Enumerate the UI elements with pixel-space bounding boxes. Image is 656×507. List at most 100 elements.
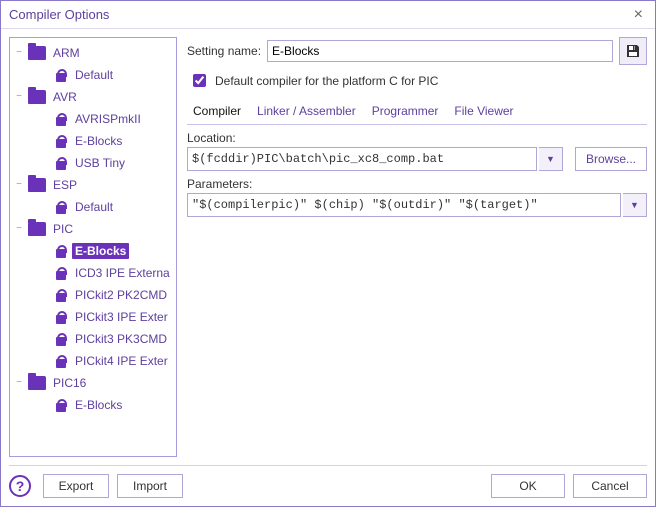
tree-label: ICD3 IPE Externa [72,265,173,281]
lock-icon [54,134,68,148]
tab-file-viewer[interactable]: File Viewer [454,104,513,124]
lock-icon [54,288,68,302]
tree-leaf[interactable]: AVRISPmkII [12,108,174,130]
tree-leaf[interactable]: ICD3 IPE Externa [12,262,174,284]
lock-icon [54,398,68,412]
ok-button[interactable]: OK [491,474,565,498]
window: Compiler Options × − ARM Default − AVR AVRISP… [0,0,656,507]
lock-icon [54,156,68,170]
parameters-value: "$(compilerpic)" $(chip) "$(outdir)" "$(… [192,198,538,212]
tree-leaf[interactable]: PICkit3 PK3CMD [12,328,174,350]
chevron-down-icon: ▼ [630,200,639,210]
save-button[interactable] [619,37,647,65]
default-compiler-checkbox[interactable] [193,74,206,87]
folder-icon [28,376,46,390]
save-icon [625,43,641,59]
location-section: Location: $(fcddir)PIC\batch\pic_xc8_com… [187,131,647,171]
tree-label: AVRISPmkII [72,111,144,127]
setting-name-row: Setting name: [187,37,647,65]
tree-leaf[interactable]: E-Blocks [12,394,174,416]
tree-label: PICkit3 PK3CMD [72,331,170,347]
expander-icon[interactable]: − [14,180,24,190]
location-input[interactable]: $(fcddir)PIC\batch\pic_xc8_comp.bat [187,147,537,171]
tree-leaf[interactable]: PICkit2 PK2CMD [12,284,174,306]
tree-leaf[interactable]: PICkit3 IPE Exter [12,306,174,328]
right-panel: Setting name: Default compiler for the p… [187,37,647,457]
lock-icon [54,266,68,280]
location-label: Location: [187,131,647,145]
chevron-down-icon: ▼ [546,154,555,164]
lock-icon [54,244,68,258]
tab-compiler[interactable]: Compiler [193,104,241,124]
tab-programmer[interactable]: Programmer [372,104,439,124]
expander-icon[interactable]: − [14,48,24,58]
parameters-input[interactable]: "$(compilerpic)" $(chip) "$(outdir)" "$(… [187,193,621,217]
tree-label: PICkit2 PK2CMD [72,287,170,303]
import-button[interactable]: Import [117,474,183,498]
tree-leaf[interactable]: E-Blocks [12,240,174,262]
lock-icon [54,332,68,346]
tree-label: PICkit4 IPE Exter [72,353,171,369]
browse-button[interactable]: Browse... [575,147,647,171]
tree-leaf[interactable]: Default [12,64,174,86]
tab-linker-assembler[interactable]: Linker / Assembler [257,104,356,124]
folder-icon [28,178,46,192]
tree-panel[interactable]: − ARM Default − AVR AVRISPmkII E-Blocks USB Tin… [9,37,177,457]
tree-label: USB Tiny [72,155,128,171]
location-dropdown-button[interactable]: ▼ [539,147,563,171]
tree-folder[interactable]: − PIC16 [12,372,174,394]
folder-icon [28,46,46,60]
tree-folder[interactable]: − ESP [12,174,174,196]
parameters-row: "$(compilerpic)" $(chip) "$(outdir)" "$(… [187,193,647,217]
help-button[interactable]: ? [9,475,31,497]
cancel-button[interactable]: Cancel [573,474,647,498]
tree-folder[interactable]: − ARM [12,42,174,64]
tree-folder[interactable]: − AVR [12,86,174,108]
expander-icon[interactable]: − [14,224,24,234]
setting-name-input[interactable] [267,40,613,62]
tree-label: ESP [50,177,80,193]
location-row: $(fcddir)PIC\batch\pic_xc8_comp.bat ▼ Br… [187,147,647,171]
tree-label: E-Blocks [72,243,129,259]
folder-icon [28,90,46,104]
tree-leaf[interactable]: PICkit4 IPE Exter [12,350,174,372]
titlebar: Compiler Options × [1,1,655,29]
expander-icon[interactable]: − [14,92,24,102]
tree-label: E-Blocks [72,133,125,149]
tabs-bar: Compiler Linker / Assembler Programmer File… [187,100,647,125]
footer-right: OK Cancel [491,474,647,498]
lock-icon [54,200,68,214]
parameters-section: Parameters: "$(compilerpic)" $(chip) "$(… [187,177,647,217]
lock-icon [54,112,68,126]
parameters-dropdown-button[interactable]: ▼ [623,193,647,217]
close-icon[interactable]: × [628,7,649,23]
folder-icon [28,222,46,236]
tree-label: ARM [50,45,83,61]
tree-label: PIC16 [50,375,89,391]
parameters-label: Parameters: [187,177,647,191]
tree-label: AVR [50,89,80,105]
expander-icon[interactable]: − [14,378,24,388]
default-compiler-row: Default compiler for the platform C for … [187,71,647,90]
lock-icon [54,310,68,324]
footer: ? Export Import OK Cancel [1,466,655,506]
window-title: Compiler Options [9,7,109,22]
help-icon: ? [16,478,25,494]
location-value: $(fcddir)PIC\batch\pic_xc8_comp.bat [192,152,444,166]
tree-folder[interactable]: − PIC [12,218,174,240]
setting-name-label: Setting name: [187,44,261,58]
tree-label: PICkit3 IPE Exter [72,309,171,325]
tree-leaf[interactable]: USB Tiny [12,152,174,174]
tree-leaf[interactable]: E-Blocks [12,130,174,152]
tree-label: E-Blocks [72,397,125,413]
tree-label: Default [72,67,116,83]
tree-leaf[interactable]: Default [12,196,174,218]
tree-label: Default [72,199,116,215]
footer-left: ? Export Import [9,474,183,498]
lock-icon [54,68,68,82]
export-button[interactable]: Export [43,474,109,498]
tree-label: PIC [50,221,76,237]
lock-icon [54,354,68,368]
body: − ARM Default − AVR AVRISPmkII E-Blocks USB Tin… [1,29,655,465]
tabs-row: Compiler Linker / Assembler Programmer File… [187,100,647,124]
